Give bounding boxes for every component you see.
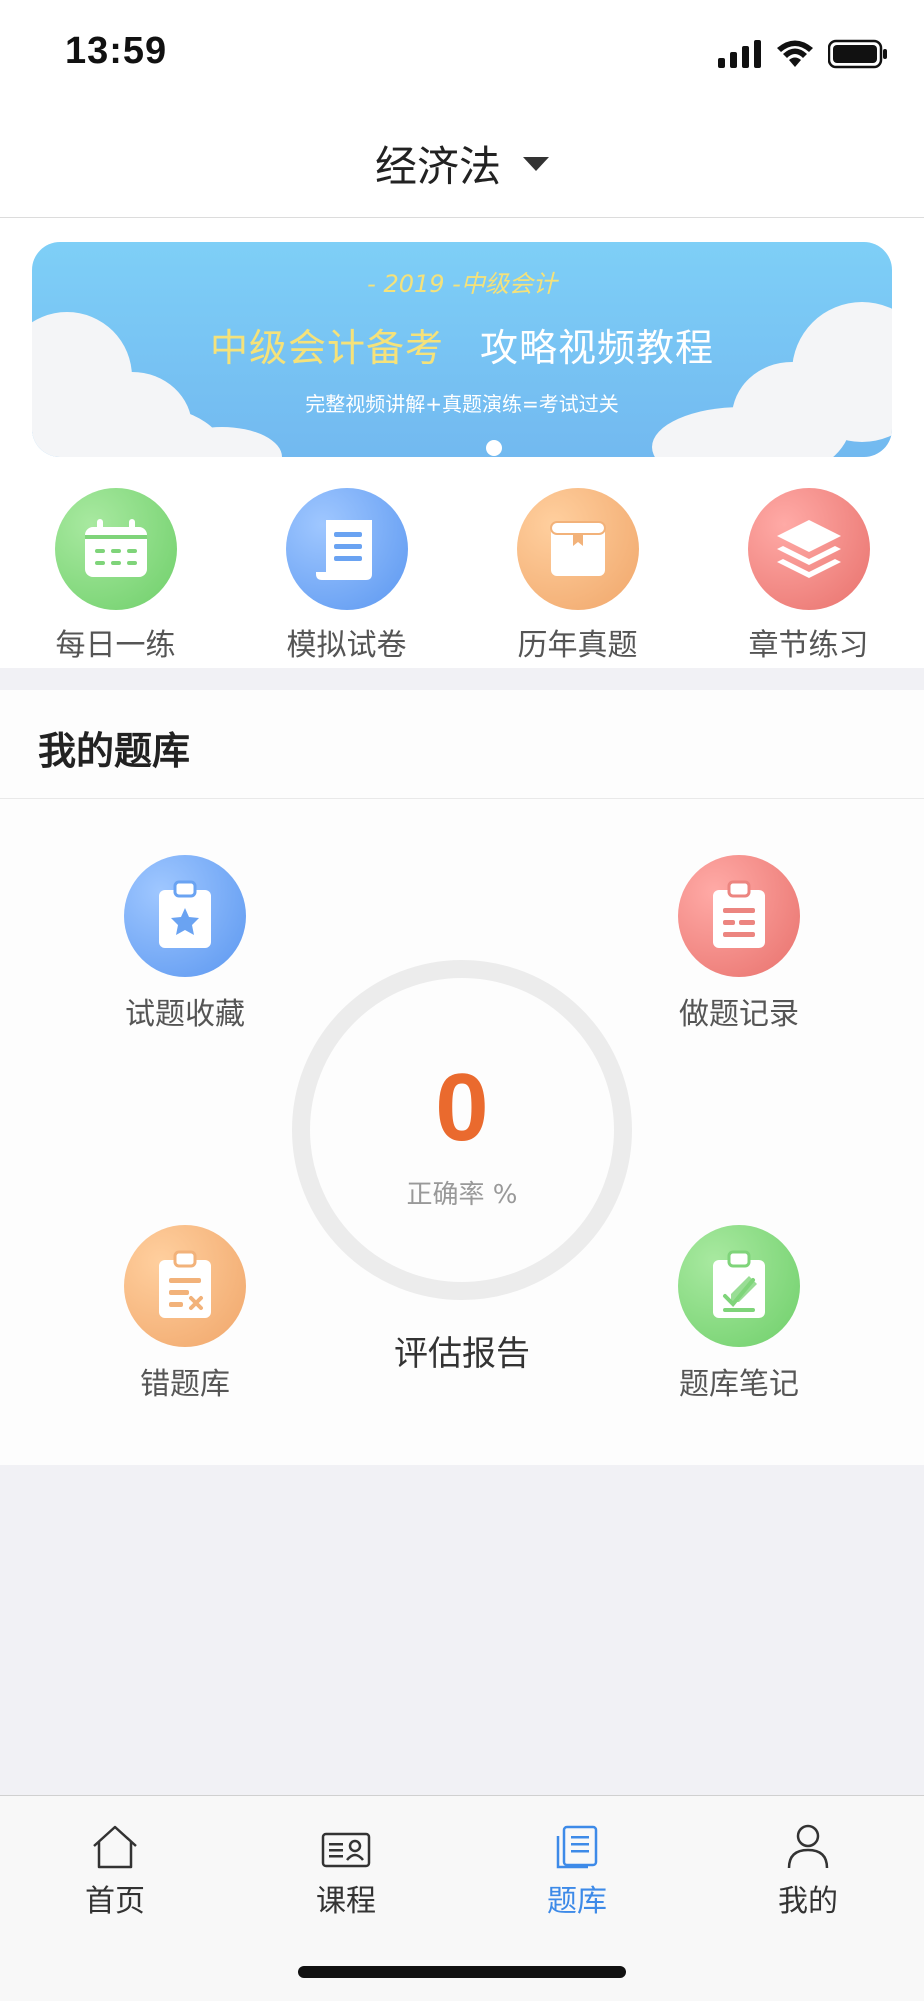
clipboard-x-icon	[124, 1225, 246, 1347]
banner-headline: 中级会计备考 攻略视频教程	[32, 317, 892, 372]
section-title: 我的题库	[38, 729, 191, 773]
tab-label: 首页	[85, 1884, 145, 1919]
quick-past-exams[interactable]: 历年真题	[478, 488, 678, 668]
clipboard-pen-icon	[678, 1225, 800, 1347]
my-question-bank: 我的题库 试题收藏 做题记录 错题库 题库笔记 0 正确率 % 评估报告	[0, 690, 924, 1465]
favorites-item[interactable]: 试题收藏	[75, 855, 295, 1033]
tab-question-bank[interactable]: 题库	[477, 1818, 677, 1920]
user-icon	[708, 1818, 908, 1870]
wrong-questions-item[interactable]: 错题库	[75, 1225, 295, 1403]
evaluation-report-link[interactable]: 评估报告	[292, 1326, 632, 1375]
status-icons	[718, 38, 888, 74]
quick-daily-practice[interactable]: 每日一练	[16, 488, 216, 668]
quick-label: 历年真题	[517, 628, 638, 663]
tab-label: 我的	[778, 1884, 838, 1919]
banner-subtitle: - 2019 -中级会计	[367, 270, 557, 298]
banner-description: 完整视频讲解+真题演练=考试过关	[305, 392, 619, 416]
quick-label: 章节练习	[748, 628, 869, 663]
scroll-icon	[285, 488, 408, 610]
grid-label: 错题库	[140, 1367, 230, 1402]
tab-label: 题库	[547, 1884, 607, 1919]
divider	[0, 798, 924, 799]
quick-label: 每日一练	[55, 628, 176, 663]
clipboard-star-icon	[124, 855, 246, 977]
subject-selector[interactable]: 经济法	[0, 110, 924, 218]
caret-down-icon	[523, 156, 549, 171]
accuracy-value: 0	[435, 1054, 489, 1161]
home-indicator[interactable]	[298, 1966, 626, 1978]
history-item[interactable]: 做题记录	[629, 855, 849, 1033]
promo-banner[interactable]: - 2019 -中级会计 中级会计备考 攻略视频教程 完整视频讲解+真题演练=考试…	[32, 242, 892, 457]
archive-box-icon	[516, 488, 639, 610]
tab-course[interactable]: 课程	[246, 1818, 446, 1920]
home-icon	[15, 1818, 215, 1870]
battery-icon	[827, 39, 888, 73]
tab-mine[interactable]: 我的	[708, 1818, 908, 1920]
grid-label: 做题记录	[679, 997, 799, 1032]
quick-chapter-practice[interactable]: 章节练习	[709, 488, 909, 668]
tab-label: 课程	[316, 1884, 376, 1919]
wifi-icon	[776, 40, 814, 72]
course-card-icon	[246, 1818, 446, 1870]
tab-home[interactable]: 首页	[15, 1818, 215, 1920]
subject-title: 经济法	[374, 142, 501, 191]
accuracy-caption: 正确率 %	[406, 1180, 518, 1210]
clipboard-list-icon	[678, 855, 800, 977]
question-bank-icon	[477, 1818, 677, 1870]
banner-headline-yellow: 中级会计备考	[209, 326, 444, 370]
quick-actions: 每日一练 模拟试卷 历年真题 章节练习	[0, 488, 924, 668]
quick-mock-exam[interactable]: 模拟试卷	[247, 488, 447, 668]
carousel-dot[interactable]	[486, 440, 502, 456]
calendar-icon	[54, 488, 177, 610]
quick-label: 模拟试卷	[286, 628, 407, 663]
status-time: 13:59	[65, 30, 168, 72]
top-panel: - 2019 -中级会计 中级会计备考 攻略视频教程 完整视频讲解+真题演练=考试…	[0, 218, 924, 668]
grid-label: 试题收藏	[125, 997, 245, 1032]
layers-icon	[747, 488, 870, 610]
notes-item[interactable]: 题库笔记	[629, 1225, 849, 1403]
banner-headline-white: 攻略视频教程	[480, 326, 715, 370]
status-bar: 13:59	[0, 0, 924, 110]
grid-label: 题库笔记	[679, 1367, 799, 1402]
signal-icon	[718, 40, 762, 72]
